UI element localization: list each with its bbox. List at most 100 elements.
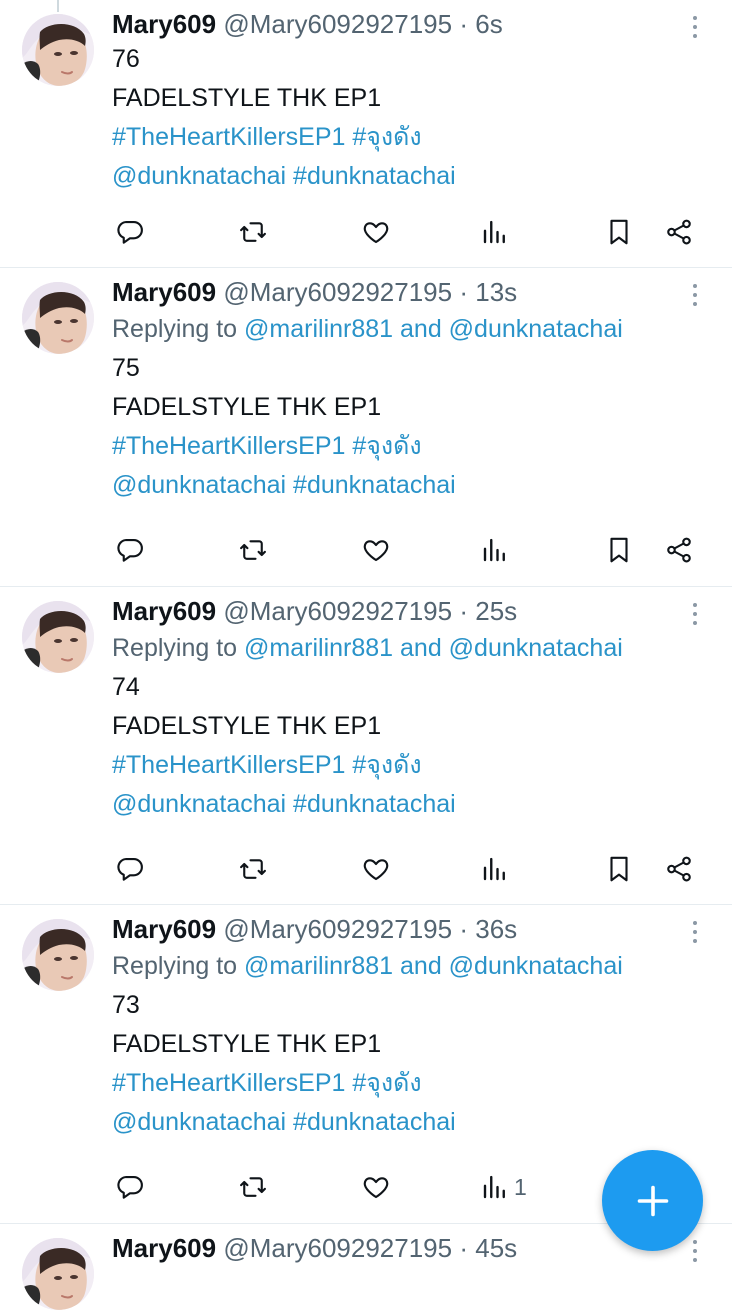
retweet-button[interactable] — [238, 1167, 268, 1207]
retweet-button[interactable] — [238, 212, 268, 252]
share-icon — [667, 537, 691, 563]
avatar[interactable] — [22, 282, 94, 354]
timestamp[interactable]: 13s — [475, 277, 517, 307]
mentions[interactable]: @dunknatachai #dunknatachai — [112, 785, 722, 824]
avatar[interactable] — [22, 919, 94, 991]
tweet-actions — [0, 530, 732, 570]
more-icon[interactable] — [692, 284, 698, 310]
display-name[interactable]: Mary609 — [112, 1233, 216, 1263]
display-name[interactable]: Mary609 — [112, 596, 216, 626]
share-icon — [667, 856, 691, 882]
replying-to-users[interactable]: @marilinr881 and @dunknatachai — [244, 952, 623, 980]
user-handle[interactable]: @Mary6092927195 — [223, 277, 452, 307]
views-button[interactable]: 1 — [480, 1167, 527, 1207]
retweet-button[interactable] — [238, 849, 268, 889]
separator-dot: · — [459, 596, 468, 626]
like-icon — [363, 1177, 389, 1199]
share-button[interactable] — [664, 212, 694, 252]
more-icon[interactable] — [692, 921, 698, 947]
views-icon — [483, 857, 505, 881]
retweet-icon — [240, 1177, 266, 1197]
tweet-text: FADELSTYLE THK EP1 — [112, 84, 382, 112]
tweet-text: FADELSTYLE THK EP1 — [112, 712, 382, 740]
reply-icon — [117, 1175, 143, 1199]
bookmark-button[interactable] — [604, 530, 634, 570]
hashtags[interactable]: #TheHeartKillersEP1 #จุงดัง — [112, 118, 722, 157]
replying-to: Replying to @marilinr881 and @dunknatach… — [112, 629, 722, 668]
retweet-button[interactable] — [238, 530, 268, 570]
more-icon[interactable] — [692, 16, 698, 42]
mentions[interactable]: @dunknatachai #dunknatachai — [112, 157, 722, 196]
display-name[interactable]: Mary609 — [112, 9, 216, 39]
avatar[interactable] — [22, 14, 94, 86]
like-button[interactable] — [361, 212, 391, 252]
replying-to-users[interactable]: @marilinr881 and @dunknatachai — [244, 315, 623, 343]
avatar[interactable] — [22, 1238, 94, 1310]
tweet-number: 73 — [112, 991, 140, 1019]
display-name[interactable]: Mary609 — [112, 277, 216, 307]
timestamp[interactable]: 45s — [475, 1233, 517, 1263]
tweet-text: FADELSTYLE THK EP1 — [112, 393, 382, 421]
like-icon — [363, 859, 389, 881]
tweet[interactable]: Mary609 @Mary6092927195 · 13s Replying to… — [0, 268, 732, 587]
timestamp[interactable]: 25s — [475, 596, 517, 626]
user-handle[interactable]: @Mary6092927195 — [223, 1233, 452, 1263]
mentions[interactable]: @dunknatachai #dunknatachai — [112, 466, 722, 505]
bookmark-button[interactable] — [604, 212, 634, 252]
mentions[interactable]: @dunknatachai #dunknatachai — [112, 1103, 722, 1142]
tweet-header: Mary609 @Mary6092927195 · 25s — [112, 595, 722, 627]
share-button[interactable] — [664, 530, 694, 570]
separator-dot: · — [459, 9, 468, 39]
tweet-header: Mary609 @Mary6092927195 · 36s — [112, 913, 722, 945]
reply-icon — [117, 538, 143, 562]
reply-button[interactable] — [115, 1167, 145, 1207]
views-button[interactable] — [480, 212, 514, 252]
retweet-icon — [240, 859, 266, 879]
views-icon — [483, 538, 505, 562]
replying-to-label: Replying to — [112, 952, 245, 980]
bookmark-icon — [610, 219, 628, 245]
user-handle[interactable]: @Mary6092927195 — [223, 596, 452, 626]
views-icon — [483, 1175, 505, 1199]
reply-icon — [117, 857, 143, 881]
replying-to: Replying to @marilinr881 and @dunknatach… — [112, 310, 722, 349]
reply-button[interactable] — [115, 212, 145, 252]
views-button[interactable] — [480, 530, 514, 570]
bookmark-icon — [610, 537, 628, 563]
bookmark-icon — [610, 856, 628, 882]
bookmark-button[interactable] — [604, 849, 634, 889]
reply-button[interactable] — [115, 849, 145, 889]
like-button[interactable] — [361, 530, 391, 570]
share-button[interactable] — [664, 849, 694, 889]
separator-dot: · — [459, 914, 468, 944]
retweet-icon — [240, 222, 266, 242]
user-handle[interactable]: @Mary6092927195 — [223, 9, 452, 39]
like-button[interactable] — [361, 1167, 391, 1207]
reply-button[interactable] — [115, 530, 145, 570]
compose-plus-icon — [637, 1185, 668, 1216]
display-name[interactable]: Mary609 — [112, 914, 216, 944]
user-handle[interactable]: @Mary6092927195 — [223, 914, 452, 944]
separator-dot: · — [459, 277, 468, 307]
tweet-number: 74 — [112, 673, 140, 701]
tweet[interactable]: Mary609 @Mary6092927195 · 6s 76 FADELSTYLE… — [0, 0, 732, 268]
tweet-header: Mary609 @Mary6092927195 · 13s — [112, 276, 722, 308]
tweet-number: 76 — [112, 45, 140, 73]
replying-to-users[interactable]: @marilinr881 and @dunknatachai — [244, 634, 623, 662]
tweet[interactable]: Mary609 @Mary6092927195 · 25s Replying to… — [0, 587, 732, 905]
hashtags[interactable]: #TheHeartKillersEP1 #จุงดัง — [112, 427, 722, 466]
replying-to-label: Replying to — [112, 315, 245, 343]
avatar[interactable] — [22, 601, 94, 673]
compose-button[interactable] — [602, 1150, 703, 1251]
timestamp[interactable]: 6s — [475, 9, 502, 39]
replying-to: Replying to @marilinr881 and @dunknatach… — [112, 947, 722, 986]
separator-dot: · — [459, 1233, 468, 1263]
views-button[interactable] — [480, 849, 514, 889]
hashtags[interactable]: #TheHeartKillersEP1 #จุงดัง — [112, 746, 722, 785]
like-button[interactable] — [361, 849, 391, 889]
more-icon[interactable] — [692, 603, 698, 629]
more-icon[interactable] — [692, 1240, 698, 1266]
retweet-icon — [240, 540, 266, 560]
timestamp[interactable]: 36s — [475, 914, 517, 944]
hashtags[interactable]: #TheHeartKillersEP1 #จุงดัง — [112, 1064, 722, 1103]
